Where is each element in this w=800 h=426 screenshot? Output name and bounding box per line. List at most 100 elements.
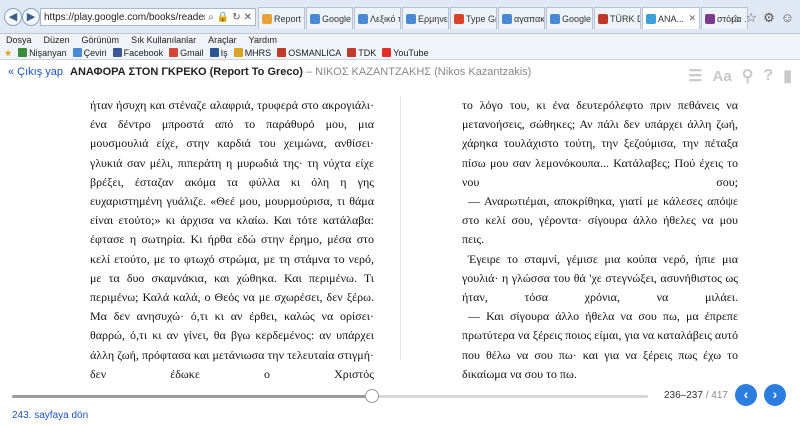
book-title-text: ΑΝΑΦΟΡΑ ΣΤΟΝ ΓΚΡΕΚΟ (Report To Greco) xyxy=(70,66,303,78)
search-icon[interactable]: ⌕ xyxy=(208,12,214,23)
tab-label: αγαπακ... xyxy=(514,13,545,24)
favorite-link[interactable]: Iş xyxy=(209,46,228,59)
tab-favicon-icon xyxy=(550,13,560,24)
menu-item[interactable]: Yardım xyxy=(249,34,277,46)
prev-page-button[interactable]: ‹ xyxy=(735,384,757,406)
favorite-link[interactable]: YouTube xyxy=(382,46,429,59)
address-bar[interactable]: https://play.google.com/books/reader?pri… xyxy=(40,8,256,26)
tab-label: Report t... xyxy=(274,13,304,24)
exit-link[interactable]: « Çıkış yap xyxy=(8,66,63,78)
favorite-icon xyxy=(18,48,28,57)
star-icon[interactable]: ☆ xyxy=(745,10,757,26)
lock-icon: 🔒 xyxy=(216,11,230,23)
smiley-icon[interactable]: ☺ xyxy=(781,10,794,26)
browser-tab[interactable]: ΑΝΑ... ✕ xyxy=(642,7,700,29)
tab-favicon-icon xyxy=(358,13,368,24)
browser-tab[interactable]: αγαπακ... xyxy=(498,7,545,29)
favorite-label: Facebook xyxy=(123,47,164,58)
next-page-button[interactable]: › xyxy=(764,384,786,406)
menu-item[interactable]: Görünüm xyxy=(82,34,120,46)
close-icon[interactable]: ✕ xyxy=(244,12,252,23)
favorites-star-icon[interactable]: ★ xyxy=(4,46,12,59)
menu-item[interactable]: Sık Kullanılanlar xyxy=(131,34,196,46)
menu-item[interactable]: Araçlar xyxy=(208,34,237,46)
browser-tab[interactable]: TÜRK Dİ... xyxy=(594,7,641,29)
favorite-icon xyxy=(382,48,392,57)
favorites-bar: ★ Nişanyan Çeviri Facebook Gmail Iş MHRS OSMANL… xyxy=(0,46,800,60)
menu-item[interactable]: Dosya xyxy=(6,34,32,46)
favorite-label: MHRS xyxy=(244,47,272,58)
book-author: – ΝΙΚΟΣ ΚΑΖΑΝΤΖΑΚΗΣ (Nikos Kazantzakis) xyxy=(302,66,532,78)
tab-favicon-icon xyxy=(598,13,608,24)
tab-label: ΑΝΑ... xyxy=(658,13,685,24)
tab-favicon-icon xyxy=(310,13,320,24)
tab-label: Type Gr... xyxy=(466,13,497,24)
browser-tab[interactable]: Λεξικό τ... xyxy=(354,7,401,29)
left-page: ήταν ήσυχη και στέναζε αλαφριά, τρυφερά … xyxy=(90,96,374,384)
page-slider[interactable] xyxy=(12,395,648,398)
paragraph: ήταν ήσυχη και στέναζε αλαφριά, τρυφερά … xyxy=(90,98,374,381)
forward-arrow-icon[interactable]: ▶ xyxy=(22,8,40,26)
favorite-link[interactable]: MHRS xyxy=(233,46,272,59)
home-icon[interactable]: ⌂ xyxy=(732,10,740,26)
favorite-link[interactable]: Nişanyan xyxy=(18,46,67,59)
font-size-icon[interactable]: Aa xyxy=(713,68,732,85)
favorite-link[interactable]: TDK xyxy=(347,46,376,59)
bookmark-icon[interactable]: ▮ xyxy=(783,66,792,86)
favorite-label: Nişanyan xyxy=(29,47,67,58)
tab-favicon-icon xyxy=(705,13,715,24)
tab-label: Ερμηνευ... xyxy=(418,13,448,24)
help-icon[interactable]: ? xyxy=(763,67,773,85)
favorite-link[interactable]: Çeviri xyxy=(72,46,107,59)
gear-icon[interactable]: ⚙ xyxy=(763,10,775,26)
tab-label: Google ... xyxy=(322,13,352,24)
page-divider xyxy=(400,96,401,360)
browser-tab[interactable]: Report t... xyxy=(258,7,305,29)
favorite-label: Iş xyxy=(220,47,228,58)
menu-item[interactable]: Düzen xyxy=(44,34,70,46)
favorite-icon xyxy=(347,48,357,57)
contents-icon[interactable]: ☰ xyxy=(688,66,702,86)
return-to-page-link[interactable]: 243. sayfaya dön xyxy=(12,410,88,421)
tab-label: Λεξικό τ... xyxy=(370,13,400,24)
book-header: « Çıkış yap ΑΝΑΦΟΡΑ ΣΤΟΝ ΓΚΡΕΚΟ (Report … xyxy=(0,62,800,88)
browser-toolbar: ◀ ▶ https://play.google.com/books/reader… xyxy=(0,0,800,34)
favorite-link[interactable]: OSMANLICA xyxy=(277,46,341,59)
favorite-link[interactable]: Facebook xyxy=(112,46,164,59)
tab-strip: Report t... Google ... Λεξικό τ... Ερμηνευ.… xyxy=(258,7,748,31)
paragraph: Έγειρε το σταμνί, γέμισε μια κούπα νερό,… xyxy=(462,251,738,305)
favorite-icon xyxy=(72,48,82,57)
tab-favicon-icon xyxy=(454,13,464,24)
current-pages: 236–237 xyxy=(664,390,703,401)
browser-tab[interactable]: Ερμηνευ... xyxy=(402,7,449,29)
menu-bar: Dosya Düzen Görünüm Sık Kullanılanlar Araçla… xyxy=(0,34,800,46)
tab-label: TÜRK Dİ... xyxy=(610,13,640,24)
page-count: 236–237 / 417 xyxy=(664,390,728,401)
slider-thumb[interactable] xyxy=(364,389,379,403)
tab-favicon-icon xyxy=(262,13,272,24)
total-pages: / 417 xyxy=(702,390,728,401)
tab-favicon-icon xyxy=(502,13,512,24)
refresh-icon[interactable]: ↻ xyxy=(232,12,240,23)
favorite-label: Gmail xyxy=(180,47,204,58)
browser-tab[interactable]: Google ... xyxy=(546,7,593,29)
slider-fill xyxy=(12,395,372,398)
favorite-label: TDK xyxy=(358,47,377,58)
tab-favicon-icon xyxy=(646,13,656,24)
favorite-label: OSMANLICA xyxy=(288,47,342,58)
search-icon[interactable]: ⚲ xyxy=(742,66,754,86)
favorite-icon xyxy=(209,48,219,57)
window-icons: ⌂ ☆ ⚙ ☺ xyxy=(732,10,794,26)
tab-label: Google ... xyxy=(562,13,592,24)
favorite-icon xyxy=(233,48,243,57)
tab-close-icon[interactable]: ✕ xyxy=(688,13,696,24)
back-arrow-icon[interactable]: ◀ xyxy=(4,8,22,26)
book-title: ΑΝΑΦΟΡΑ ΣΤΟΝ ΓΚΡΕΚΟ (Report To Greco) – … xyxy=(70,66,531,78)
tab-favicon-icon xyxy=(406,13,416,24)
browser-tab[interactable]: Google ... xyxy=(306,7,353,29)
reader-tools: ☰ Aa ⚲ ? ▮ xyxy=(688,66,792,86)
paragraph: — Αναρωτιέμαι, αποκρίθηκα, γιατί με κάλε… xyxy=(462,194,738,247)
favorite-link[interactable]: Gmail xyxy=(169,46,204,59)
browser-tab[interactable]: Type Gr... xyxy=(450,7,497,29)
address-url[interactable]: https://play.google.com/books/reader?pri… xyxy=(44,12,205,23)
